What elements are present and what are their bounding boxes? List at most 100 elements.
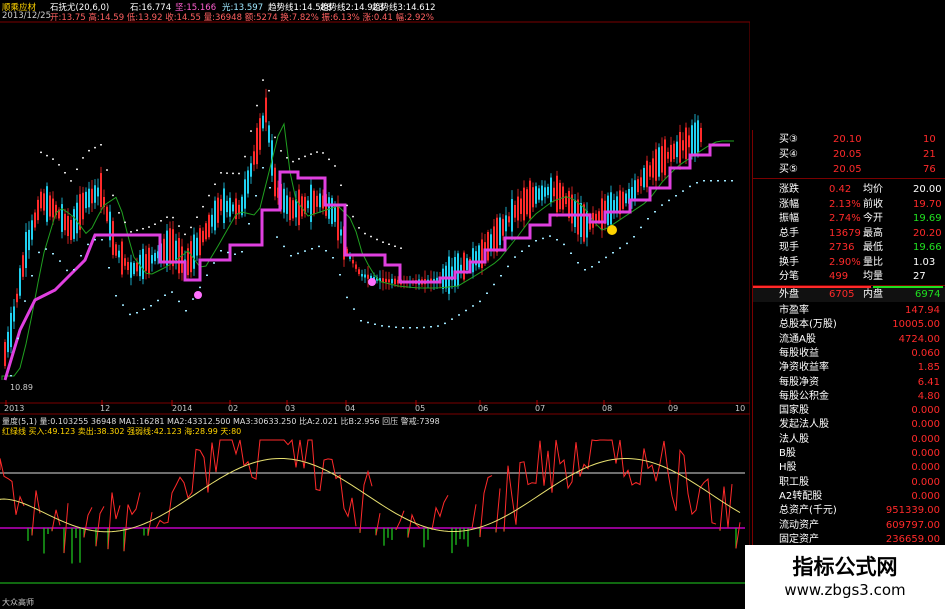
fundamental-row: 发起法人股 0.000 xyxy=(779,419,940,431)
support-dot xyxy=(10,375,12,377)
resistance-dot xyxy=(238,172,240,175)
resistance-dot xyxy=(208,194,210,197)
resistance-dot xyxy=(178,225,180,227)
resistance-dot xyxy=(364,232,366,235)
candle-body xyxy=(31,220,33,240)
resistance-dot xyxy=(322,152,324,154)
footer-label: 大众高师 xyxy=(2,598,34,607)
candle-body xyxy=(496,217,498,253)
candle-body xyxy=(607,195,609,226)
support-dot xyxy=(528,245,530,247)
bid-row: 买④ 20.05 21 xyxy=(779,149,936,160)
resistance-dot xyxy=(226,172,228,174)
separator xyxy=(753,178,945,179)
candle-body xyxy=(691,125,693,154)
support-dot xyxy=(591,266,593,268)
fundamental-row: 总股本(万股) 10005.00 xyxy=(779,319,940,331)
candle-body xyxy=(46,186,48,222)
support-dot xyxy=(430,326,432,328)
candle-body xyxy=(70,219,72,241)
support-dot xyxy=(444,322,446,325)
support-dot xyxy=(31,275,33,277)
candle-body xyxy=(319,193,321,208)
ohlc-line: 开:13.75 高:14.59 低:13.92 收:14.55 量:36948 … xyxy=(50,13,434,23)
support-dot xyxy=(507,265,509,268)
candle-body xyxy=(220,199,222,211)
time-tick: 06 xyxy=(478,404,489,413)
support-dot xyxy=(136,312,138,314)
candle-body xyxy=(658,147,660,177)
candle-body xyxy=(166,230,168,266)
support-dot xyxy=(570,252,572,254)
candle-body xyxy=(178,238,180,274)
candle-body xyxy=(82,192,84,220)
resistance-dot xyxy=(154,223,156,226)
support-dot xyxy=(178,300,180,303)
support-dot xyxy=(304,250,306,252)
fundamental-row: B股 0.000 xyxy=(779,448,940,459)
oscillator-yellow-line xyxy=(0,457,741,533)
support-dot xyxy=(696,182,698,184)
resistance-dot xyxy=(400,247,402,249)
time-tick: 10 xyxy=(735,404,746,413)
time-tick: 09 xyxy=(668,404,679,413)
candle-body xyxy=(331,198,333,224)
resistance-dot xyxy=(340,184,342,187)
fundamental-row: 每股收益 0.060 xyxy=(779,347,940,359)
candle-body xyxy=(265,97,267,123)
resistance-dot xyxy=(130,231,132,233)
outer-bar xyxy=(753,286,871,288)
support-dot xyxy=(234,253,236,255)
candle-body xyxy=(472,248,474,273)
candle-body xyxy=(508,216,510,223)
candle-body xyxy=(181,246,183,273)
resistance-dot xyxy=(88,149,90,152)
quote-row: 涨幅 2.13% 前收 19.70 xyxy=(779,198,942,210)
support-dot xyxy=(80,255,82,257)
support-dot xyxy=(360,320,362,322)
candle-body xyxy=(541,185,543,201)
signal-marker xyxy=(368,278,376,286)
resistance-dot xyxy=(106,169,108,171)
candle-body xyxy=(535,186,537,204)
resistance-dot xyxy=(118,212,120,214)
candle-body xyxy=(73,209,75,239)
time-tick: 08 xyxy=(602,404,613,413)
candle-body xyxy=(460,264,462,272)
resistance-dot xyxy=(334,165,336,167)
candle-body xyxy=(208,214,210,238)
resistance-dot xyxy=(172,216,174,219)
resistance-dot xyxy=(220,172,222,174)
candle-body xyxy=(43,193,45,211)
quote-row: 换手 2.90% 量比 1.03 xyxy=(779,256,936,268)
inner-bar xyxy=(873,286,943,288)
candle-body xyxy=(19,268,21,296)
candle-body xyxy=(307,200,309,209)
support-dot xyxy=(675,195,677,197)
candle-body xyxy=(133,262,135,275)
support-dot xyxy=(493,283,495,286)
candle-body xyxy=(655,149,657,181)
support-dot xyxy=(612,252,614,254)
resistance-dot xyxy=(244,155,246,158)
candle-body xyxy=(328,197,330,219)
candle-body xyxy=(523,187,525,221)
stock-chart[interactable] xyxy=(0,0,750,609)
resistance-dot xyxy=(142,227,144,230)
fundamental-row: 法人股 0.000 xyxy=(779,433,940,445)
resistance-dot xyxy=(82,157,84,159)
support-dot xyxy=(556,239,558,241)
fundamental-row: 每股净资 6.41 xyxy=(779,376,940,388)
resistance-dot xyxy=(310,153,312,155)
candle-body xyxy=(37,199,39,221)
support-dot xyxy=(521,250,523,252)
support-dot xyxy=(164,294,166,296)
candle-body xyxy=(688,135,690,148)
support-dot xyxy=(458,314,460,316)
candle-body xyxy=(499,217,501,246)
candle-body xyxy=(85,191,87,209)
candle-body xyxy=(337,203,339,241)
support-dot xyxy=(402,327,404,329)
support-dot xyxy=(381,325,383,327)
support-dot xyxy=(122,304,124,306)
